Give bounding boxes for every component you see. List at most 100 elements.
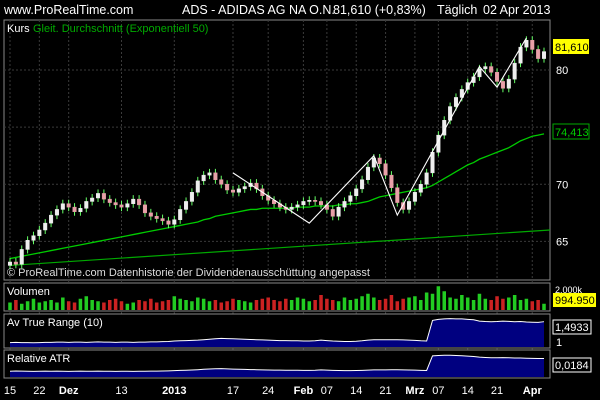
candle-body [131,198,136,204]
candle-body [195,180,200,193]
candle-body [360,179,365,190]
candle-body [506,78,511,89]
candle-body [313,200,318,202]
atr-panel: Av True Range (10) 1,4933 1 [3,313,592,349]
candle-body [424,172,429,185]
time-tick-label: Dez [59,385,79,397]
period-label: Täglich [437,3,477,17]
volume-bar [78,298,83,310]
volume-bar [419,300,423,310]
volume-bar [284,298,288,310]
volume-bar [72,302,77,310]
volume-bar [383,298,388,310]
candle-body [125,203,130,208]
candle-body [236,188,241,193]
volume-bar [348,300,353,310]
candle-body [66,203,71,208]
volume-bar [96,301,100,310]
date-label: 02 Apr 2013 [483,3,550,17]
candle-body [342,201,347,208]
candle-body [166,220,171,225]
volume-bar [260,298,265,310]
volume-bar [454,298,458,310]
volume-bar [154,302,159,310]
volume-bar [342,297,347,310]
volume-bar [477,293,482,310]
volume-bar [483,298,488,310]
candle-body [354,188,359,196]
volume-bar [61,297,65,310]
candle-body [295,204,300,208]
volume-bar [377,300,382,310]
candle-body [219,179,224,185]
legend-kurs: Kurs [7,23,30,35]
volume-bar [131,302,135,310]
candle-body [319,201,324,206]
candle-body [536,49,541,59]
volume-bar [424,292,429,310]
candle-body [377,157,382,164]
volume-bar [219,302,224,310]
volume-bar [225,301,229,310]
volume-bar [143,301,147,310]
volume-bar [119,301,124,310]
candle-body [383,163,388,176]
time-tick-label: 14 [462,385,474,397]
candle-body [365,166,370,180]
candle-body [430,152,435,174]
candle-body [483,66,488,70]
candle-body [489,66,494,73]
volume-bar [330,300,335,310]
volume-bar [460,295,464,310]
candle-body [178,209,183,220]
candle-body [184,201,189,210]
atr-label: Av True Range (10) [7,317,103,329]
price-change-label: 81,610 (+0,83%) [333,3,426,17]
price-tick-label: 65 [556,236,568,248]
volume-bar [248,302,253,310]
candle-body [49,214,54,224]
volume-bar [501,298,505,310]
time-tick-label: 22 [33,385,45,397]
candle-body [142,204,147,214]
chart-canvas: www.ProRealTime.com ADS - ADIDAS AG NA O… [0,0,600,400]
candle-body [336,206,341,217]
volume-bar [489,300,493,310]
volume-bar [366,293,370,310]
candle-body [107,198,112,203]
time-tick-label: 17 [227,385,239,397]
volume-bar [524,298,529,310]
price-tick-label: 80 [556,65,568,77]
time-tick-label: 07 [432,385,444,397]
time-tick-label: 2013 [162,385,186,397]
candle-body [96,193,101,199]
volume-bar [55,302,59,310]
volume-bar [430,293,435,310]
volume-bar [254,300,259,310]
volume-bar [336,301,341,310]
time-tick-label: 14 [350,385,362,397]
volume-bar [66,301,71,310]
volume-bar [31,298,36,310]
volume-bar [207,301,212,310]
rel-atr-panel: Relative ATR 0,0184 [3,349,592,379]
candle-body [172,219,177,225]
candle-body [13,261,18,265]
candle-body [330,209,335,217]
volume-bar [354,298,358,310]
candle-body [495,72,500,82]
volume-panel: Volumen 2.000k 994.950 [3,282,596,312]
candle-body [25,240,30,250]
volume-bar [495,296,499,310]
candle-body [395,187,400,203]
volume-bar [90,300,94,310]
candle-body [412,192,417,202]
site-label[interactable]: www.ProRealTime.com [3,3,133,17]
time-tick-label: 21 [379,385,391,397]
volume-bar [413,296,417,310]
volume-bar [395,301,400,310]
candle-body [54,209,59,216]
candle-body [19,249,24,265]
time-tick-label: 15 [4,385,16,397]
candle-body [530,40,535,50]
